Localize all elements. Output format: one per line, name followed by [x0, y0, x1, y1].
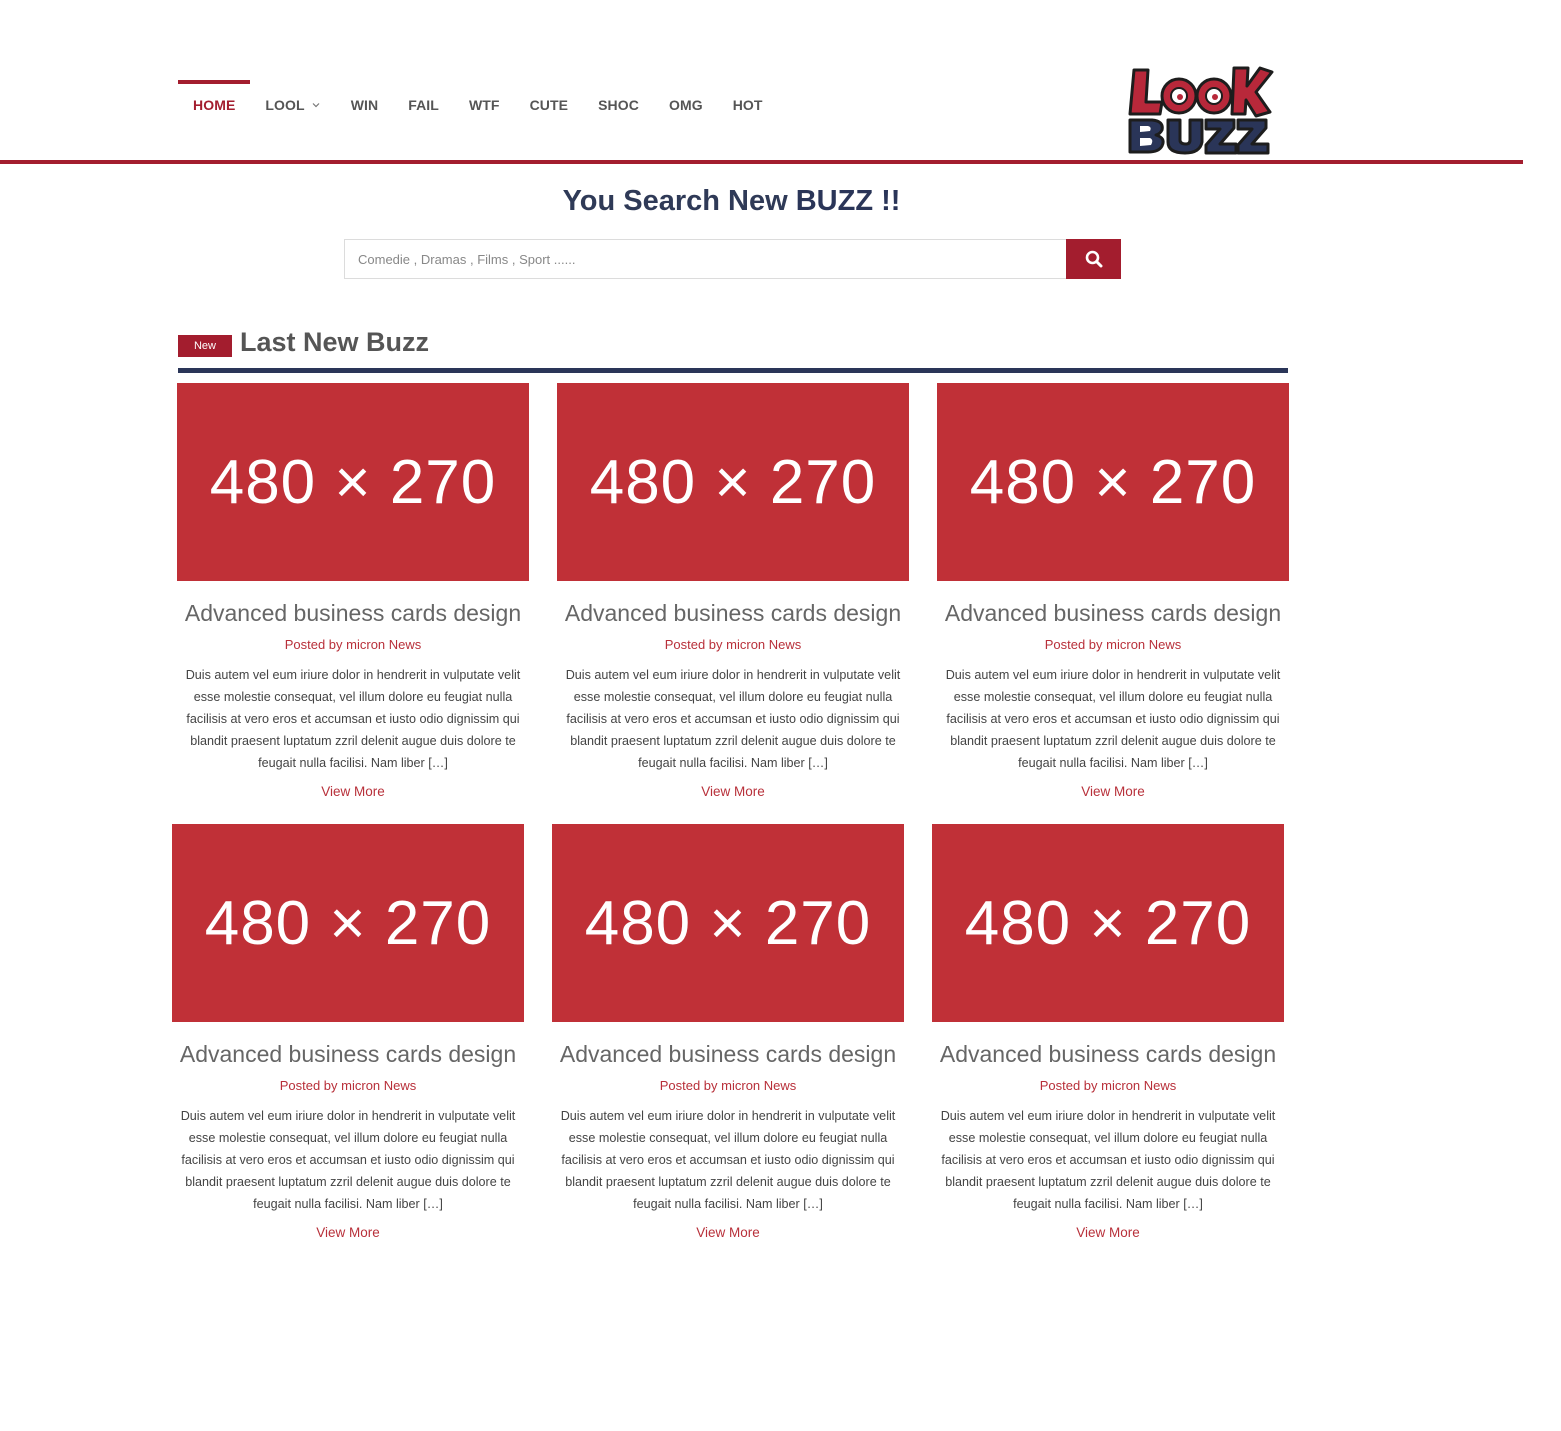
nav-item-label: HOME — [193, 97, 236, 113]
post-title[interactable]: Advanced business cards design — [557, 600, 909, 627]
view-more-link[interactable]: View More — [932, 1225, 1284, 1240]
nav-item-hot[interactable]: HOT — [718, 80, 778, 130]
post-author: Posted by micron News — [279, 1078, 417, 1093]
post-card: 480 × 270 Advanced business cards design… — [937, 383, 1289, 799]
post-thumbnail[interactable]: 480 × 270 — [932, 824, 1284, 1022]
post-thumbnail[interactable]: 480 × 270 — [172, 824, 524, 1022]
nav-item-label: OMG — [668, 97, 703, 113]
nav-item-cute[interactable]: CUTE — [515, 80, 584, 130]
search-button[interactable] — [1066, 239, 1121, 279]
post-excerpt: Duis autem vel eum iriure dolor in hendr… — [565, 668, 901, 770]
post-thumbnail[interactable]: 480 × 270 — [552, 824, 904, 1022]
search-heading-text: You Search New — [562, 185, 796, 217]
nav-item-lool[interactable]: LOOL — [250, 80, 335, 130]
post-thumbnail[interactable]: 480 × 270 — [557, 383, 909, 581]
view-more-link[interactable]: View More — [557, 784, 909, 799]
nav-item-win[interactable]: WIN — [336, 80, 394, 130]
site-logo[interactable] — [1124, 62, 1274, 158]
post-card: 480 × 270 Advanced business cards design… — [177, 383, 529, 799]
nav-item-wtf[interactable]: WTF — [454, 80, 515, 130]
post-title[interactable]: Advanced business cards design — [177, 600, 529, 627]
post-thumbnail[interactable]: 480 × 270 — [177, 383, 529, 581]
post-card: 480 × 270 Advanced business cards design… — [932, 824, 1284, 1240]
nav-item-label: LOOL — [265, 97, 305, 113]
nav-item-label: HOT — [732, 97, 763, 113]
nav-item-home[interactable]: HOME — [178, 80, 251, 130]
nav-item-omg[interactable]: OMG — [654, 80, 718, 130]
nav-item-label: WTF — [468, 97, 500, 113]
nav-item-shoc[interactable]: SHOC — [583, 80, 654, 130]
post-author: Posted by micron News — [1039, 1078, 1177, 1093]
view-more-link[interactable]: View More — [937, 784, 1289, 799]
search-heading-highlight: BUZZ !! — [795, 185, 901, 217]
post-author: Posted by micron News — [664, 637, 802, 652]
nav-item-label: SHOC — [598, 97, 639, 113]
post-title[interactable]: Advanced business cards design — [552, 1041, 904, 1068]
post-card: 480 × 270 Advanced business cards design… — [557, 383, 909, 799]
nav-item-label: CUTE — [529, 97, 569, 113]
post-author: Posted by micron News — [659, 1078, 797, 1093]
header-divider — [0, 160, 1523, 164]
nav-item-fail[interactable]: FAIL — [393, 80, 454, 130]
post-thumbnail[interactable]: 480 × 270 — [937, 383, 1289, 581]
post-author: Posted by micron News — [1044, 637, 1182, 652]
section-title: Last New Buzz — [240, 327, 430, 357]
nav-item-label: FAIL — [408, 97, 439, 113]
post-excerpt: Duis autem vel eum iriure dolor in hendr… — [940, 1109, 1276, 1211]
new-badge: New — [178, 335, 232, 357]
post-excerpt: Duis autem vel eum iriure dolor in hendr… — [945, 668, 1281, 770]
view-more-link[interactable]: View More — [552, 1225, 904, 1240]
post-excerpt: Duis autem vel eum iriure dolor in hendr… — [180, 1109, 516, 1211]
view-more-link[interactable]: View More — [177, 784, 529, 799]
post-title[interactable]: Advanced business cards design — [932, 1041, 1284, 1068]
chevron-down-icon — [312, 103, 320, 108]
post-title[interactable]: Advanced business cards design — [172, 1041, 524, 1068]
post-author: Posted by micron News — [284, 637, 422, 652]
nav-item-label: WIN — [350, 97, 379, 113]
section-divider — [178, 368, 1288, 373]
post-title[interactable]: Advanced business cards design — [937, 600, 1289, 627]
post-card: 480 × 270 Advanced business cards design… — [172, 824, 524, 1240]
search-heading: You Search New BUZZ !! — [0, 185, 1463, 218]
post-excerpt: Duis autem vel eum iriure dolor in hendr… — [560, 1109, 896, 1211]
search-input[interactable] — [344, 239, 1066, 279]
main-nav: HOME LOOL WIN FAIL WTF CUTE SHOC OMG HOT — [178, 80, 778, 130]
search-icon — [1085, 250, 1102, 268]
view-more-link[interactable]: View More — [172, 1225, 524, 1240]
post-excerpt: Duis autem vel eum iriure dolor in hendr… — [185, 668, 521, 770]
post-card: 480 × 270 Advanced business cards design… — [552, 824, 904, 1240]
